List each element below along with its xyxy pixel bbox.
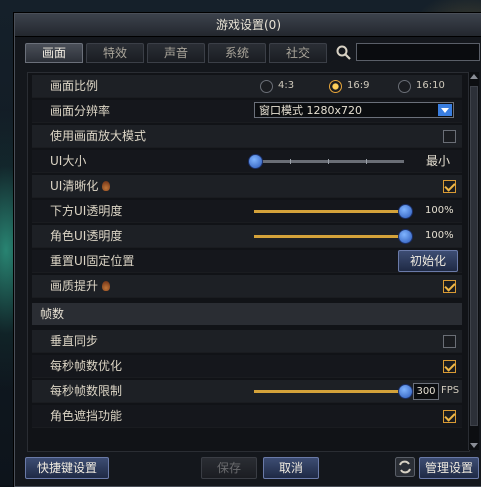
radio-16-9-label: 16:9 <box>347 80 370 91</box>
row-char-occlusion: 角色遮挡功能 <box>32 405 462 428</box>
char-ui-opacity-slider-track[interactable] <box>254 235 404 238</box>
row-ui-size: UI大小 最小 <box>32 150 462 173</box>
bottom-ui-opacity-slider-track[interactable] <box>254 210 404 213</box>
settings-window: 游戏设置(0) 画面 特效 声音 系统 社交 画面比例 4:3 16:9 16:… <box>14 13 481 487</box>
row-fps-limit: 每秒帧数限制 300 FPS <box>32 380 462 403</box>
tab-system[interactable]: 系统 <box>208 43 266 63</box>
cancel-button[interactable]: 取消 <box>263 457 319 479</box>
reset-ui-button[interactable]: 初始化 <box>398 250 458 272</box>
fps-optimize-checkbox[interactable] <box>443 360 456 373</box>
tab-display[interactable]: 画面 <box>25 43 83 63</box>
resolution-dropdown[interactable]: 窗口模式 1280x720 <box>254 102 454 118</box>
zoom-mode-label: 使用画面放大模式 <box>50 129 147 143</box>
shortcut-settings-button[interactable]: 快捷键设置 <box>25 457 109 479</box>
char-ui-opacity-slider-thumb[interactable] <box>398 229 413 244</box>
ui-size-slider-thumb[interactable] <box>248 154 263 169</box>
fps-limit-label: 每秒帧数限制 <box>50 384 123 398</box>
row-zoom-mode: 使用画面放大模式 <box>32 125 462 148</box>
fps-limit-input[interactable]: 300 <box>413 383 439 400</box>
footer-bar: 快捷键设置 保存 取消 管理设置 <box>15 455 481 485</box>
row-ui-sharpen: UI清晰化 <box>32 175 462 198</box>
radio-4-3-label: 4:3 <box>278 80 295 91</box>
row-resolution: 画面分辨率 窗口模式 1280x720 <box>32 100 462 123</box>
search-icon[interactable] <box>335 44 353 62</box>
row-reset-ui: 重置UI固定位置 初始化 <box>32 250 462 273</box>
bottom-ui-opacity-slider-thumb[interactable] <box>398 204 413 219</box>
save-button[interactable]: 保存 <box>201 457 257 479</box>
fps-limit-slider-track[interactable] <box>254 390 404 393</box>
row-fps-optimize: 每秒帧数优化 <box>32 355 462 378</box>
ui-size-slider-track[interactable] <box>254 160 404 163</box>
vsync-checkbox[interactable] <box>443 335 456 348</box>
tab-sound[interactable]: 声音 <box>147 43 205 63</box>
radio-16-10-label: 16:10 <box>416 80 445 91</box>
settings-scrollbar[interactable] <box>468 72 479 450</box>
tab-social[interactable]: 社交 <box>269 43 327 63</box>
frames-section-label: 帧数 <box>40 307 65 321</box>
vsync-label: 垂直同步 <box>50 334 99 348</box>
window-title: 游戏设置(0) <box>15 14 481 37</box>
tab-bar: 画面 特效 声音 系统 社交 <box>25 43 327 63</box>
flame-icon <box>102 181 111 191</box>
ui-size-value: 最小 <box>426 154 451 168</box>
bottom-ui-opacity-value: 100% <box>425 205 454 216</box>
ui-sharpen-checkbox[interactable] <box>443 180 456 193</box>
aspect-ratio-label: 画面比例 <box>50 79 99 93</box>
scroll-thumb[interactable] <box>470 86 478 426</box>
ui-sharpen-label: UI清晰化 <box>50 175 111 197</box>
tab-effects[interactable]: 特效 <box>86 43 144 63</box>
resolution-value: 窗口模式 1280x720 <box>259 104 362 117</box>
quality-boost-checkbox[interactable] <box>443 280 456 293</box>
fps-unit-label: FPS <box>441 385 460 396</box>
slider-tick <box>366 159 367 164</box>
ui-size-label: UI大小 <box>50 154 87 168</box>
slider-tick <box>328 159 329 164</box>
settings-list: 画面比例 4:3 16:9 16:10 画面分辨率 窗口模式 1280x720 … <box>27 72 470 452</box>
row-vsync: 垂直同步 <box>32 330 462 353</box>
zoom-mode-checkbox[interactable] <box>443 130 456 143</box>
fps-optimize-label: 每秒帧数优化 <box>50 359 123 373</box>
bottom-ui-opacity-label: 下方UI透明度 <box>50 204 123 218</box>
slider-tick <box>290 159 291 164</box>
row-char-ui-opacity: 角色UI透明度 100% <box>32 225 462 248</box>
char-ui-opacity-value: 100% <box>425 230 454 241</box>
manage-settings-button[interactable]: 管理设置 <box>419 457 479 479</box>
row-aspect-ratio: 画面比例 4:3 16:9 16:10 <box>32 75 462 98</box>
scroll-down-icon[interactable] <box>470 443 478 448</box>
quality-boost-label: 画质提升 <box>50 275 111 297</box>
row-bottom-ui-opacity: 下方UI透明度 100% <box>32 200 462 223</box>
char-ui-opacity-label: 角色UI透明度 <box>50 229 123 243</box>
frames-section-header: 帧数 <box>32 303 462 325</box>
radio-16-9[interactable] <box>329 80 342 93</box>
fps-limit-slider-thumb[interactable] <box>398 384 413 399</box>
reset-ui-label: 重置UI固定位置 <box>50 254 135 268</box>
scroll-up-icon[interactable] <box>470 74 478 79</box>
radio-16-10[interactable] <box>398 80 411 93</box>
radio-4-3[interactable] <box>260 80 273 93</box>
char-occlusion-checkbox[interactable] <box>443 410 456 423</box>
search-input[interactable] <box>356 43 480 61</box>
chevron-down-icon[interactable] <box>438 104 452 116</box>
flame-icon <box>102 281 111 291</box>
char-occlusion-label: 角色遮挡功能 <box>50 409 123 423</box>
row-quality-boost: 画质提升 <box>32 275 462 298</box>
resolution-label: 画面分辨率 <box>50 104 111 118</box>
refresh-icon[interactable] <box>395 457 415 477</box>
